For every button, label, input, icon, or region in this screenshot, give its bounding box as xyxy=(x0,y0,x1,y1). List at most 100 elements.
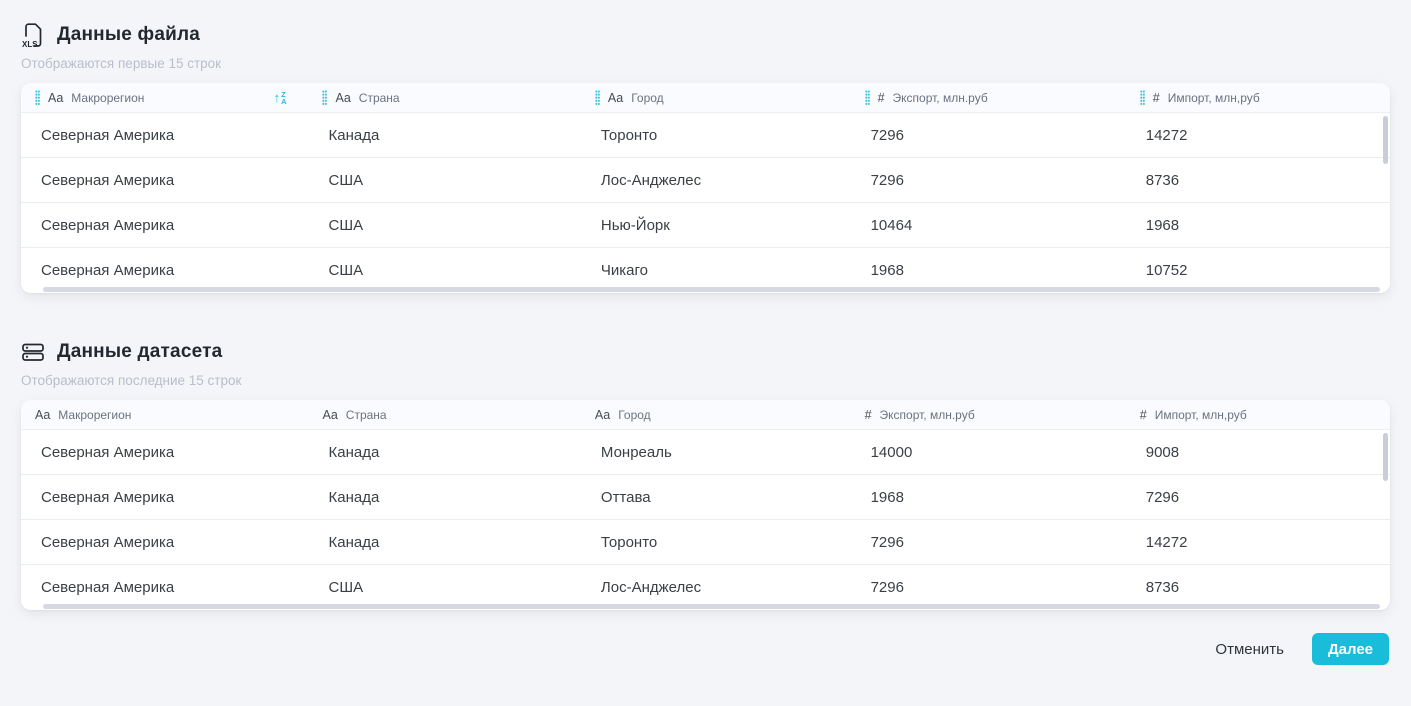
column-header-4[interactable]: # Импорт, млн,руб xyxy=(1126,83,1390,112)
column-label: Страна xyxy=(359,91,400,105)
table-cell: 14272 xyxy=(1126,534,1390,551)
table-cell: 7296 xyxy=(851,127,1126,144)
table-cell: 9008 xyxy=(1126,444,1390,461)
column-label: Макрорегион xyxy=(58,408,131,422)
text-type-icon: Aa xyxy=(322,408,337,422)
dataset-section-header: Данные датасета xyxy=(21,339,1390,365)
table-cell: 8736 xyxy=(1126,172,1390,189)
table-cell: 10464 xyxy=(851,217,1126,234)
dataset-section-title: Данные датасета xyxy=(57,341,222,363)
drag-handle-icon[interactable] xyxy=(595,90,600,105)
table-cell: 10752 xyxy=(1126,262,1390,279)
drag-handle-icon[interactable] xyxy=(865,90,870,105)
table-cell: Канада xyxy=(308,534,580,551)
table-cell: Северная Америка xyxy=(21,127,308,144)
horizontal-scrollbar[interactable] xyxy=(43,604,1380,609)
file-table-body: Северная АмерикаКанадаТоронто729614272Се… xyxy=(21,113,1390,293)
number-type-icon: # xyxy=(1153,91,1160,105)
table-cell: Оттава xyxy=(581,489,851,506)
table-cell: США xyxy=(308,579,580,596)
table-cell: 8736 xyxy=(1126,579,1390,596)
table-row: Северная АмерикаКанадаТоронто729614272 xyxy=(21,113,1390,158)
file-table-header-row: AaМакрорегион↑ZAAaСтранаAaГород#Экспорт,… xyxy=(21,83,1390,113)
dataset-data-table: AaМакрорегионAaСтранаAaГород#Экспорт, мл… xyxy=(21,400,1390,610)
import-preview-page: XLS Данные файла Отображаются первые 15 … xyxy=(0,0,1411,665)
table-cell: Северная Америка xyxy=(21,444,308,461)
table-cell: Канада xyxy=(308,489,580,506)
text-type-icon: Aa xyxy=(595,408,610,422)
column-label: Город xyxy=(618,408,650,422)
horizontal-scrollbar[interactable] xyxy=(43,287,1380,292)
table-cell: Торонто xyxy=(581,534,851,551)
file-data-table: AaМакрорегион↑ZAAaСтранаAaГород#Экспорт,… xyxy=(21,83,1390,293)
table-row: Северная АмерикаСШАНью-Йорк104641968 xyxy=(21,203,1390,248)
table-cell: Северная Америка xyxy=(21,534,308,551)
drag-handle-icon[interactable] xyxy=(35,90,40,105)
column-label: Макрорегион xyxy=(71,91,144,105)
dataset-data-section: Данные датасета Отображаются последние 1… xyxy=(21,339,1390,610)
column-header-2: Aa Город xyxy=(581,400,851,429)
text-type-icon: Aa xyxy=(335,91,350,105)
sort-arrow-glyph: ↑ xyxy=(274,91,281,104)
table-cell: Монреаль xyxy=(581,444,851,461)
table-row: Северная АмерикаКанадаТоронто729614272 xyxy=(21,520,1390,565)
table-cell: Северная Америка xyxy=(21,579,308,596)
table-cell: Нью-Йорк xyxy=(581,217,851,234)
dataset-icon xyxy=(21,340,45,364)
sort-letters: ZA xyxy=(281,91,286,105)
column-header-1: AaСтрана xyxy=(308,400,580,429)
number-type-icon: # xyxy=(1140,408,1147,422)
file-data-section: XLS Данные файла Отображаются первые 15 … xyxy=(21,22,1390,293)
dataset-section-subtitle: Отображаются последние 15 строк xyxy=(21,373,1390,388)
file-section-header: XLS Данные файла xyxy=(21,22,1390,48)
table-cell: Канада xyxy=(308,127,580,144)
column-label: Город xyxy=(631,91,663,105)
table-cell: 1968 xyxy=(851,262,1126,279)
drag-handle-icon[interactable] xyxy=(1140,90,1145,105)
column-header-0: Aa Макрорегион xyxy=(21,400,308,429)
dataset-table-body: Северная АмерикаКанадаМонреаль140009008С… xyxy=(21,430,1390,610)
svg-text:XLS: XLS xyxy=(22,40,38,49)
text-type-icon: Aa xyxy=(35,408,50,422)
table-row: Северная АмерикаСШАЛос-Анджелес72968736 xyxy=(21,158,1390,203)
number-type-icon: # xyxy=(865,408,872,422)
table-cell: США xyxy=(308,172,580,189)
table-cell: 1968 xyxy=(851,489,1126,506)
sort-za-icon[interactable]: ↑ZA xyxy=(274,91,287,105)
number-type-icon: # xyxy=(878,91,885,105)
table-cell: Лос-Анджелес xyxy=(581,172,851,189)
column-header-3[interactable]: # Экспорт, млн.руб xyxy=(851,83,1126,112)
table-cell: США xyxy=(308,217,580,234)
drag-handle-icon[interactable] xyxy=(322,90,327,105)
table-row: Северная АмерикаКанадаОттава19687296 xyxy=(21,475,1390,520)
table-cell: Торонто xyxy=(581,127,851,144)
column-label: Экспорт, млн.руб xyxy=(880,408,975,422)
column-header-2[interactable]: Aa Город xyxy=(581,83,851,112)
table-cell: Северная Америка xyxy=(21,262,308,279)
text-type-icon: Aa xyxy=(608,91,623,105)
file-section-title: Данные файла xyxy=(57,24,200,46)
footer-actions: Отменить Далее xyxy=(21,633,1390,665)
column-header-4: #Импорт, млн,руб xyxy=(1126,400,1390,429)
column-label: Импорт, млн,руб xyxy=(1168,91,1260,105)
column-header-1[interactable]: Aa Страна xyxy=(308,83,580,112)
table-cell: 7296 xyxy=(1126,489,1390,506)
table-cell: США xyxy=(308,262,580,279)
xls-file-icon: XLS xyxy=(21,22,45,49)
cancel-button[interactable]: Отменить xyxy=(1215,641,1284,658)
table-cell: 14000 xyxy=(851,444,1126,461)
dataset-table-header-row: AaМакрорегионAaСтранаAaГород#Экспорт, мл… xyxy=(21,400,1390,430)
next-button[interactable]: Далее xyxy=(1312,633,1389,665)
table-cell: 1968 xyxy=(1126,217,1390,234)
table-cell: Чикаго xyxy=(581,262,851,279)
table-row: Северная АмерикаКанадаМонреаль140009008 xyxy=(21,430,1390,475)
file-section-subtitle: Отображаются первые 15 строк xyxy=(21,56,1390,71)
table-cell: 7296 xyxy=(851,534,1126,551)
column-label: Экспорт, млн.руб xyxy=(893,91,988,105)
table-cell: 7296 xyxy=(851,172,1126,189)
vertical-scrollbar[interactable] xyxy=(1383,116,1388,164)
table-cell: Канада xyxy=(308,444,580,461)
table-cell: Северная Америка xyxy=(21,172,308,189)
column-header-0[interactable]: AaМакрорегион↑ZA xyxy=(21,83,308,112)
vertical-scrollbar[interactable] xyxy=(1383,433,1388,481)
